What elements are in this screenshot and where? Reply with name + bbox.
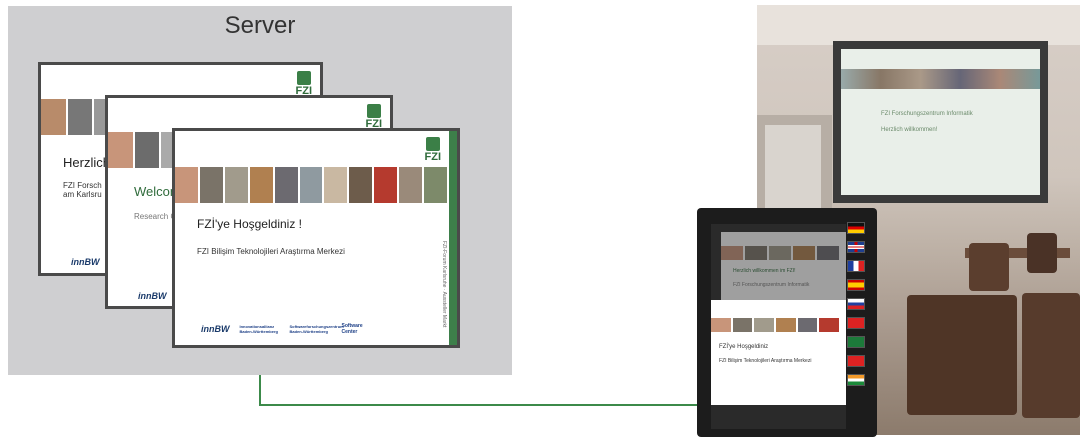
server-title: Server bbox=[224, 12, 296, 39]
china-flag-icon[interactable] bbox=[847, 355, 865, 367]
saudi-arabia-flag-icon[interactable] bbox=[847, 336, 865, 348]
kiosk-screen: Herzlich willkommen im FZI! FZI Forschun… bbox=[711, 224, 846, 429]
chair bbox=[1022, 293, 1080, 418]
kiosk-top-line: Herzlich willkommen im FZI! bbox=[733, 268, 796, 274]
innbw-logo: innBW bbox=[138, 291, 167, 301]
spain-flag-icon[interactable] bbox=[847, 279, 865, 291]
softwareforschungszentrum-logo: Softwareforschungszentrum Baden-Württemb… bbox=[289, 324, 344, 334]
slide-line: FZI Bilişim Teknolojileri Araştırma Merk… bbox=[197, 247, 345, 256]
kiosk-display: Herzlich willkommen im FZI! FZI Forschun… bbox=[697, 208, 877, 437]
france-flag-icon[interactable] bbox=[847, 260, 865, 272]
footer-logos: innBW Innovationsallianz Baden-Württembe… bbox=[201, 323, 380, 335]
kiosk-bottom-line: FZI Bilişim Teknolojileri Araştırma Merk… bbox=[719, 358, 812, 364]
kiosk-top-line: FZI Forschungszentrum Informatik bbox=[733, 282, 810, 288]
kiosk-slide-top: Herzlich willkommen im FZI! FZI Forschun… bbox=[721, 232, 846, 302]
slide-line: Research C bbox=[134, 212, 177, 221]
india-flag-icon[interactable] bbox=[847, 374, 865, 386]
slide-line: FZI Forsch bbox=[63, 181, 102, 190]
kiosk-bottom-line: FZİ'ye Hoşgeldiniz bbox=[719, 344, 769, 350]
fzi-logo: FZI bbox=[425, 137, 441, 163]
slide-greeting: FZİ'ye Hoşgeldiniz ! bbox=[197, 217, 302, 231]
door bbox=[757, 115, 832, 215]
sidebar-text: FZI-Forum Karlsruhe · Aussteller Markt bbox=[441, 241, 447, 328]
russia-flag-icon[interactable] bbox=[847, 298, 865, 310]
united-kingdom-flag-icon[interactable] bbox=[847, 241, 865, 253]
projection-line: FZI Forschungszentrum Informatik bbox=[881, 111, 973, 117]
innbw-logo: innBW bbox=[71, 257, 100, 267]
kiosk-slide-bottom: FZİ'ye Hoşgeldiniz FZI Bilişim Teknoloji… bbox=[711, 300, 846, 405]
innbw-logo: innBW bbox=[201, 324, 230, 334]
germany-flag-icon[interactable] bbox=[847, 222, 865, 234]
chair bbox=[1027, 233, 1057, 273]
language-flags bbox=[847, 222, 869, 386]
green-sidebar bbox=[449, 131, 457, 345]
photo-strip bbox=[175, 167, 449, 203]
projection-screen: FZI Forschungszentrum Informatik Herzlic… bbox=[833, 41, 1048, 203]
chair bbox=[969, 243, 1009, 291]
turkey-flag-icon[interactable] bbox=[847, 317, 865, 329]
fzi-logo: FZI bbox=[366, 104, 382, 130]
slide-greeting: Herzlich bbox=[63, 155, 110, 170]
fzi-logo: FZI bbox=[296, 71, 312, 97]
software-center-logo: Software Center bbox=[341, 323, 363, 335]
innovationsallianz-logo: Innovationsallianz Baden-Württemberg bbox=[239, 324, 278, 334]
projection-line: Herzlich willkommen! bbox=[881, 127, 938, 133]
connection-line-vertical bbox=[259, 375, 261, 406]
slide-line: am Karlsru bbox=[63, 190, 102, 199]
chair bbox=[907, 295, 1017, 415]
slide-front: FZI FZI-Forum Karlsruhe · Aussteller Mar… bbox=[172, 128, 460, 348]
server-panel: Server FZI Herzlich FZI Forsch am Karlsr… bbox=[8, 6, 512, 375]
connection-line-horizontal bbox=[259, 404, 699, 406]
